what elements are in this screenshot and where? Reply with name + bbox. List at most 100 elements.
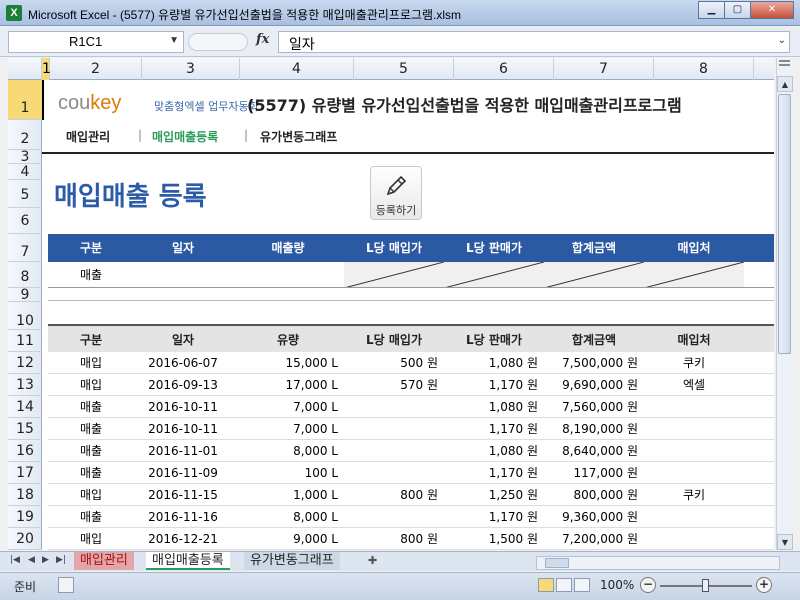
horizontal-scrollbar[interactable] bbox=[536, 556, 780, 570]
cell-supplier[interactable]: 쿠키 bbox=[644, 352, 744, 373]
minimize-button[interactable]: ▁ bbox=[698, 1, 725, 19]
sheet-tab-purchase-management[interactable]: 매입관리 bbox=[74, 552, 134, 570]
cell-total[interactable]: 9,690,000 원 bbox=[544, 374, 644, 395]
cell-date[interactable]: 2016-06-07 bbox=[134, 352, 232, 373]
cell-supplier[interactable] bbox=[644, 396, 744, 417]
cell-volume[interactable]: 8,000 L bbox=[232, 440, 344, 461]
first-sheet-icon[interactable]: |◀ bbox=[10, 555, 20, 565]
row-header[interactable]: 6 bbox=[8, 208, 42, 234]
row-header[interactable]: 7 bbox=[8, 234, 42, 262]
worksheet-grid[interactable]: 1 2 3 4 5 6 7 8 1 2 3 4 5 6 7 8 9 10 11 … bbox=[8, 58, 774, 550]
cell-sale-price[interactable]: 1,170 원 bbox=[444, 462, 544, 483]
close-button[interactable]: ✕ bbox=[750, 1, 794, 19]
cell-sale-price[interactable]: 1,080 원 bbox=[444, 396, 544, 417]
row-header[interactable]: 15 bbox=[8, 418, 42, 440]
table-row[interactable]: 매출 2016-11-01 8,000 L 1,080 원 8,640,000 … bbox=[48, 440, 774, 462]
cell-purchase-price[interactable] bbox=[344, 396, 444, 417]
cell-total[interactable]: 8,640,000 원 bbox=[544, 440, 644, 461]
cell-date[interactable]: 2016-12-21 bbox=[134, 528, 232, 549]
table-row[interactable]: 매출 2016-11-09 100 L 1,170 원 117,000 원 bbox=[48, 462, 774, 484]
zoom-level[interactable]: 100% bbox=[600, 578, 634, 592]
row-header[interactable]: 5 bbox=[8, 180, 42, 208]
cell-type[interactable]: 매입 bbox=[48, 374, 134, 395]
cell-volume[interactable]: 9,000 L bbox=[232, 528, 344, 549]
cell-supplier[interactable] bbox=[644, 506, 744, 527]
nav-link-purchase-sales-entry[interactable]: 매입매출등록 bbox=[152, 128, 218, 145]
cell-volume[interactable]: 15,000 L bbox=[232, 352, 344, 373]
cell-purchase-price[interactable]: 800 원 bbox=[344, 484, 444, 505]
cell-purchase-price[interactable]: 500 원 bbox=[344, 352, 444, 373]
cell-date[interactable]: 2016-10-11 bbox=[134, 396, 232, 417]
cell-total[interactable]: 7,500,000 원 bbox=[544, 352, 644, 373]
cell-type[interactable]: 매입 bbox=[48, 484, 134, 505]
cell-supplier[interactable] bbox=[644, 418, 744, 439]
cell-supplier[interactable] bbox=[644, 462, 744, 483]
row-header[interactable]: 13 bbox=[8, 374, 42, 396]
input-volume-cell[interactable] bbox=[232, 262, 344, 287]
cell-volume[interactable]: 17,000 L bbox=[232, 374, 344, 395]
cell-date[interactable]: 2016-10-11 bbox=[134, 418, 232, 439]
cell-type[interactable]: 매입 bbox=[48, 352, 134, 373]
row-header[interactable]: 19 bbox=[8, 506, 42, 528]
cell-type[interactable]: 매출 bbox=[48, 396, 134, 417]
name-box[interactable]: R1C1 ▼ bbox=[8, 31, 184, 53]
cell-total[interactable]: 9,360,000 원 bbox=[544, 506, 644, 527]
cell-purchase-price[interactable] bbox=[344, 506, 444, 527]
cell-purchase-price[interactable]: 800 원 bbox=[344, 528, 444, 549]
cell-purchase-price[interactable] bbox=[344, 418, 444, 439]
zoom-out-icon[interactable]: − bbox=[640, 577, 656, 593]
last-sheet-icon[interactable]: ▶| bbox=[56, 555, 66, 565]
row-header[interactable]: 17 bbox=[8, 462, 42, 484]
sheet-tab-purchase-sales-entry[interactable]: 매입매출등록 bbox=[146, 552, 230, 570]
cell-date[interactable]: 2016-11-09 bbox=[134, 462, 232, 483]
register-button[interactable]: 등록하기 bbox=[370, 166, 422, 220]
cell-supplier[interactable]: 쿠키 bbox=[644, 484, 744, 505]
cell-sale-price[interactable]: 1,250 원 bbox=[444, 484, 544, 505]
row-header[interactable]: 18 bbox=[8, 484, 42, 506]
row-header[interactable]: 14 bbox=[8, 396, 42, 418]
scroll-up-icon[interactable]: ▲ bbox=[777, 76, 793, 92]
cell-type[interactable]: 매출 bbox=[48, 506, 134, 527]
page-break-view-icon[interactable] bbox=[574, 578, 590, 592]
insert-function-button[interactable]: fx bbox=[256, 32, 269, 47]
row-header[interactable]: 10 bbox=[8, 302, 42, 330]
cell-sale-price[interactable]: 1,170 원 bbox=[444, 506, 544, 527]
cell-sale-price[interactable]: 1,080 원 bbox=[444, 352, 544, 373]
cell-sale-price[interactable]: 1,170 원 bbox=[444, 418, 544, 439]
column-header[interactable]: 5 bbox=[354, 58, 454, 80]
input-type-cell[interactable]: 매출 bbox=[48, 262, 134, 287]
normal-view-icon[interactable] bbox=[538, 578, 554, 592]
cell-date[interactable]: 2016-11-16 bbox=[134, 506, 232, 527]
cell-total[interactable]: 800,000 원 bbox=[544, 484, 644, 505]
cell-total[interactable]: 117,000 원 bbox=[544, 462, 644, 483]
macro-record-icon[interactable] bbox=[58, 577, 74, 593]
column-header[interactable]: 4 bbox=[240, 58, 354, 80]
cell-sale-price[interactable]: 1,080 원 bbox=[444, 440, 544, 461]
cell-date[interactable]: 2016-11-01 bbox=[134, 440, 232, 461]
split-handle[interactable] bbox=[779, 60, 790, 66]
row-header[interactable]: 11 bbox=[8, 330, 42, 352]
cell-type[interactable]: 매출 bbox=[48, 462, 134, 483]
cell-sale-price[interactable]: 1,170 원 bbox=[444, 374, 544, 395]
insert-sheet-icon[interactable]: ✚ bbox=[362, 552, 383, 570]
table-row[interactable]: 매출 2016-10-11 7,000 L 1,170 원 8,190,000 … bbox=[48, 418, 774, 440]
cell-purchase-price[interactable] bbox=[344, 462, 444, 483]
cell-total[interactable]: 7,200,000 원 bbox=[544, 528, 644, 549]
cell-supplier[interactable] bbox=[644, 440, 744, 461]
next-sheet-icon[interactable]: ▶ bbox=[42, 555, 49, 565]
cell-date[interactable]: 2016-11-15 bbox=[134, 484, 232, 505]
excel-app-icon[interactable]: X bbox=[6, 5, 22, 21]
sheet-content[interactable]: coukey 맞춤형엑셀 업무자동화 (5577) 유량별 유가선입선출법을 적… bbox=[42, 80, 774, 550]
column-header[interactable]: 8 bbox=[654, 58, 754, 80]
row-header[interactable]: 2 bbox=[8, 120, 42, 150]
cell-volume[interactable]: 7,000 L bbox=[232, 418, 344, 439]
table-row[interactable]: 매출 2016-11-16 8,000 L 1,170 원 9,360,000 … bbox=[48, 506, 774, 528]
chevron-down-icon[interactable]: ▼ bbox=[169, 35, 179, 46]
horizontal-scroll-thumb[interactable] bbox=[545, 558, 569, 568]
zoom-slider[interactable] bbox=[660, 579, 752, 592]
row-header[interactable]: 16 bbox=[8, 440, 42, 462]
cell-total[interactable]: 8,190,000 원 bbox=[544, 418, 644, 439]
cell-type[interactable]: 매입 bbox=[48, 528, 134, 549]
row-header[interactable]: 12 bbox=[8, 352, 42, 374]
row-header[interactable]: 1 bbox=[8, 80, 42, 120]
